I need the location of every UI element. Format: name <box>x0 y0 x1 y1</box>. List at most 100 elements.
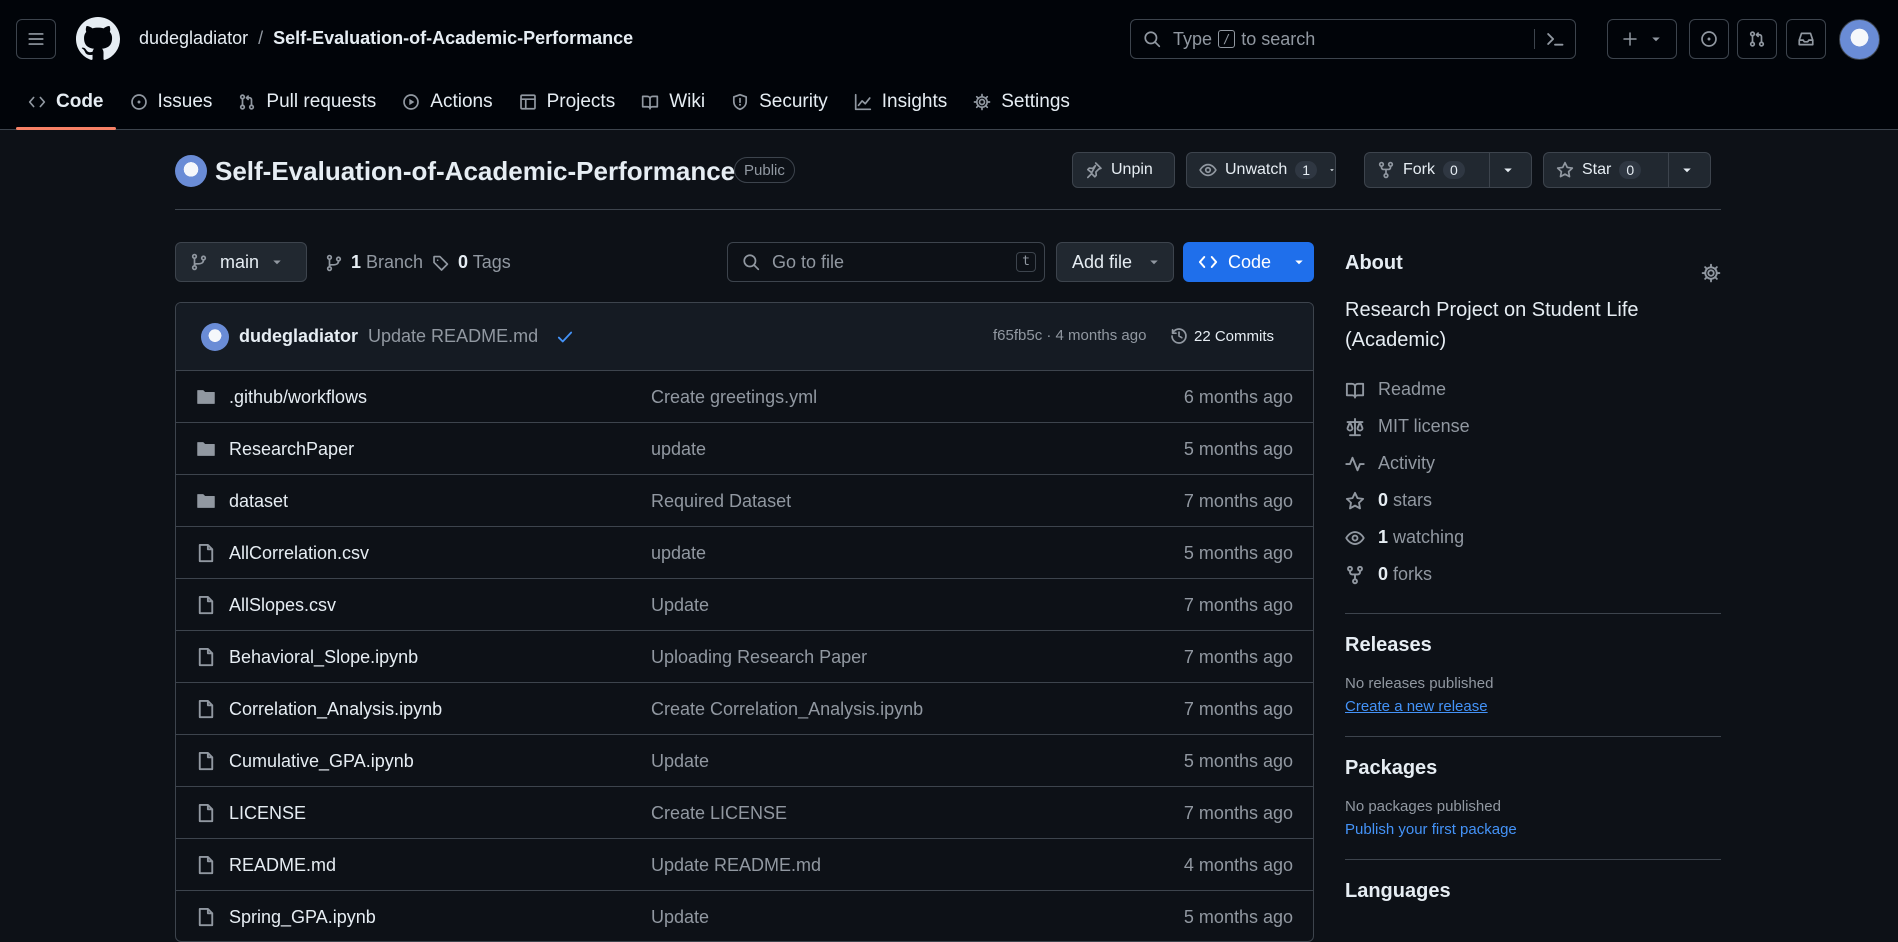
triangle-down-icon <box>1330 169 1334 172</box>
releases-heading[interactable]: Releases <box>1345 634 1721 657</box>
branch-icon <box>191 253 207 271</box>
readme-link[interactable]: Readme <box>1345 371 1721 408</box>
file-name[interactable]: README.md <box>229 855 336 876</box>
file-icon-wrap <box>196 803 216 823</box>
tab-label: Code <box>56 91 104 112</box>
repo-title[interactable]: Self-Evaluation-of-Academic-Performance <box>215 156 735 187</box>
menu-button[interactable] <box>16 19 56 59</box>
tab-security[interactable]: Security <box>719 82 840 122</box>
branches-link[interactable]: 1 Branch <box>325 252 423 273</box>
commits-count: 22 Commits <box>1194 327 1275 345</box>
tab-wiki[interactable]: Wiki <box>629 82 717 122</box>
unwatch-button[interactable]: Unwatch 1 <box>1186 152 1336 188</box>
file-name[interactable]: .github/workflows <box>229 387 367 408</box>
file-row[interactable]: Spring_GPA.ipynb Update 5 months ago <box>176 891 1313 941</box>
tab-issues[interactable]: Issues <box>118 82 225 122</box>
commits-link[interactable]: 22 Commits <box>1170 327 1274 345</box>
file-commit-message[interactable]: Uploading Research Paper <box>651 647 867 668</box>
file-row[interactable]: Behavioral_Slope.ipynb Uploading Research… <box>176 631 1313 683</box>
file-commit-message[interactable]: Create LICENSE <box>651 803 787 824</box>
issue-icon <box>130 94 147 110</box>
commit-author-avatar[interactable] <box>201 322 229 351</box>
file-row[interactable]: ResearchPaper update 5 months ago <box>176 423 1313 475</box>
file-row[interactable]: .github/workflows Create greetings.yml 6 m… <box>176 371 1313 423</box>
create-release-link[interactable]: Create a new release <box>1345 698 1488 715</box>
commit-meta[interactable]: f65fb5c · 4 months ago <box>993 327 1146 344</box>
file-name[interactable]: ResearchPaper <box>229 439 354 460</box>
file-age: 4 months ago <box>1183 855 1293 875</box>
file-commit-message[interactable]: update <box>651 543 706 564</box>
file-row[interactable]: Correlation_Analysis.ipynb Create Correla… <box>176 683 1313 735</box>
file-age: 5 months ago <box>1183 543 1293 563</box>
file-row[interactable]: README.md Update README.md 4 months ago <box>176 839 1313 891</box>
file-row[interactable]: dataset Required Dataset 7 months ago <box>176 475 1313 527</box>
breadcrumb-owner[interactable]: dudegladiator <box>139 28 248 49</box>
file-name[interactable]: Behavioral_Slope.ipynb <box>229 647 418 668</box>
fork-button[interactable]: Fork 0 <box>1364 152 1532 188</box>
file-row[interactable]: AllCorrelation.csv update 5 months ago <box>176 527 1313 579</box>
fork-dropdown[interactable] <box>1489 153 1526 187</box>
file-name[interactable]: AllCorrelation.csv <box>229 543 369 564</box>
file-commit-message[interactable]: Update <box>651 751 709 772</box>
repo-owner-avatar[interactable] <box>175 155 207 187</box>
graph-icon <box>854 93 871 111</box>
file-commit-message[interactable]: Create Correlation_Analysis.ipynb <box>651 699 923 720</box>
activity-link[interactable]: Activity <box>1345 445 1721 482</box>
user-avatar[interactable] <box>1839 19 1880 60</box>
tab-settings[interactable]: Settings <box>961 82 1082 122</box>
file-commit-message[interactable]: Required Dataset <box>651 491 791 512</box>
packages-heading[interactable]: Packages <box>1345 757 1721 780</box>
your-pull-requests-button[interactable] <box>1737 19 1777 59</box>
publish-package-link[interactable]: Publish your first package <box>1345 821 1517 838</box>
file-row[interactable]: Cumulative_GPA.ipynb Update 5 months ago <box>176 735 1313 787</box>
repo-sidebar: About Research Project on Student Life (… <box>1345 240 1721 903</box>
file-name[interactable]: dataset <box>229 491 288 512</box>
breadcrumb-repo[interactable]: Self-Evaluation-of-Academic-Performance <box>273 28 633 49</box>
go-to-file-input[interactable]: Go to file t <box>727 242 1045 282</box>
code-button[interactable]: Code <box>1183 242 1314 282</box>
file-icon <box>198 803 214 823</box>
tags-link[interactable]: 0 Tags <box>432 252 511 273</box>
table-icon <box>519 94 536 110</box>
tab-insights[interactable]: Insights <box>842 82 959 122</box>
file-commit-message[interactable]: Update README.md <box>651 855 821 876</box>
unpin-button[interactable]: Unpin <box>1072 152 1175 188</box>
stars-link[interactable]: 0 stars <box>1345 482 1721 519</box>
shield-icon <box>733 93 748 111</box>
star-dropdown[interactable] <box>1668 153 1705 187</box>
gear-icon[interactable] <box>1701 263 1721 283</box>
create-new-button[interactable] <box>1607 19 1677 59</box>
watching-link[interactable]: 1 watching <box>1345 519 1721 556</box>
file-commit-message[interactable]: Create greetings.yml <box>651 387 817 408</box>
forks-link[interactable]: 0 forks <box>1345 556 1721 593</box>
tab-pull-requests[interactable]: Pull requests <box>226 82 388 122</box>
command-palette-button[interactable] <box>1534 29 1565 49</box>
tab-label: Wiki <box>669 91 706 112</box>
add-file-button[interactable]: Add file <box>1056 242 1174 282</box>
file-row[interactable]: AllSlopes.csv Update 7 months ago <box>176 579 1313 631</box>
commit-author[interactable]: dudegladiator <box>239 326 358 347</box>
file-name[interactable]: Correlation_Analysis.ipynb <box>229 699 442 720</box>
file-name[interactable]: Cumulative_GPA.ipynb <box>229 751 414 772</box>
file-name[interactable]: LICENSE <box>229 803 306 824</box>
license-link[interactable]: MIT license <box>1345 408 1721 445</box>
your-issues-button[interactable] <box>1689 19 1729 59</box>
github-logo-icon[interactable] <box>76 17 120 61</box>
search-input[interactable]: Type / to search <box>1130 19 1576 59</box>
tab-projects[interactable]: Projects <box>507 82 628 122</box>
inbox-button[interactable] <box>1786 19 1826 59</box>
file-commit-message[interactable]: update <box>651 439 706 460</box>
branch-selector[interactable]: main <box>175 242 307 282</box>
triangle-down-icon <box>273 260 281 265</box>
file-commit-message[interactable]: Update <box>651 595 709 616</box>
tab-actions[interactable]: Actions <box>390 82 504 122</box>
file-name[interactable]: AllSlopes.csv <box>229 595 336 616</box>
file-commit-message[interactable]: Update <box>651 907 709 928</box>
star-button[interactable]: Star 0 <box>1543 152 1711 188</box>
file-name[interactable]: Spring_GPA.ipynb <box>229 907 376 928</box>
file-row[interactable]: LICENSE Create LICENSE 7 months ago <box>176 787 1313 839</box>
play-icon <box>403 94 420 110</box>
commit-message[interactable]: Update README.md <box>368 326 538 347</box>
tab-code[interactable]: Code <box>16 82 116 130</box>
check-icon[interactable] <box>556 328 574 346</box>
